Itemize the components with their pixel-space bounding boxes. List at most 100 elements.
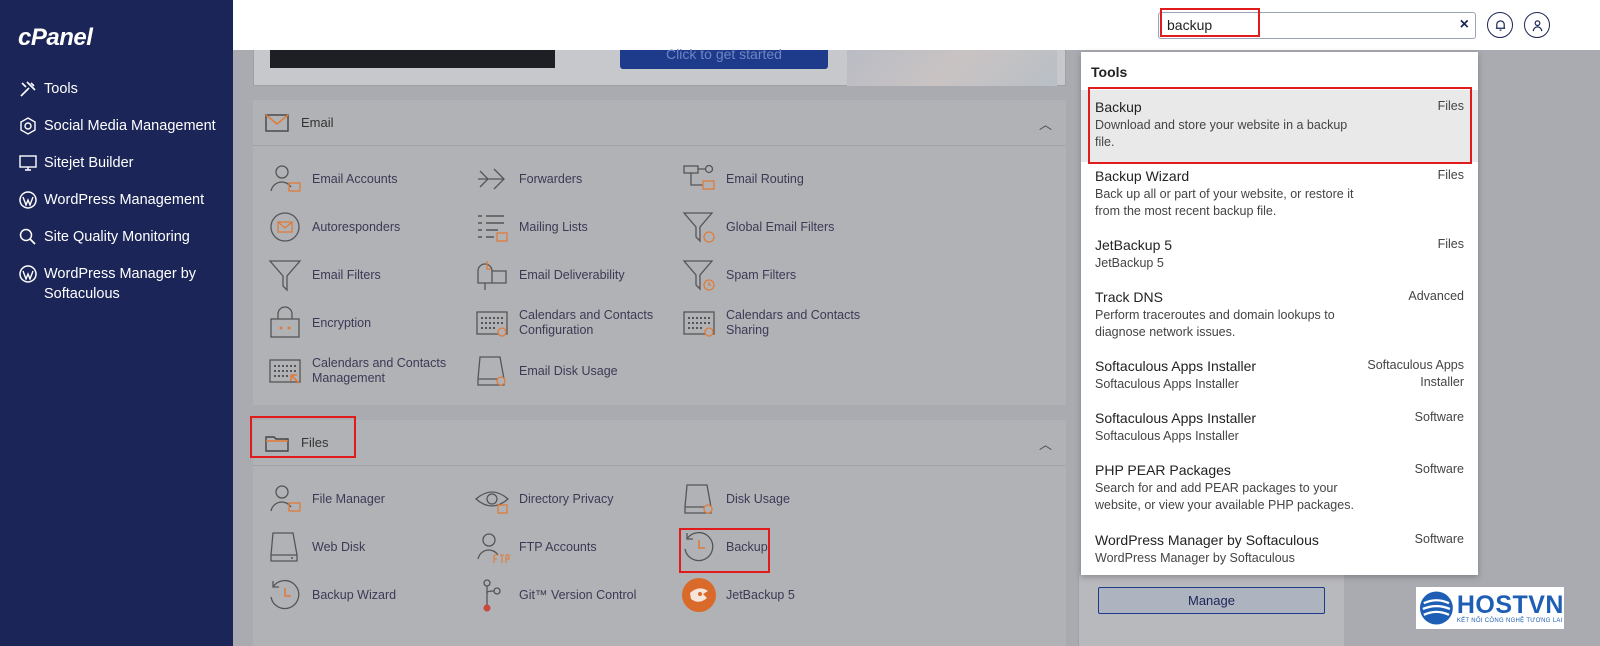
email-accounts-icon <box>267 161 303 197</box>
tool-label: Global Email Filters <box>726 219 835 234</box>
result-category: Software <box>1414 532 1464 546</box>
tool-label: Email Filters <box>312 267 381 282</box>
backup-wizard-icon <box>267 577 303 613</box>
get-started-button[interactable]: Click to get started <box>620 47 828 69</box>
tool-backup-wizard[interactable]: Backup Wizard <box>267 577 467 613</box>
tool-calendars-sharing[interactable]: Calendars and Contacts Sharing <box>681 305 881 341</box>
result-title: Backup Wizard <box>1095 168 1190 184</box>
tool-global-email-filters[interactable]: Global Email Filters <box>681 209 881 245</box>
result-item[interactable]: PHP PEAR Packages Search for and add PEA… <box>1081 461 1478 514</box>
ftp-icon <box>474 529 510 565</box>
result-item[interactable]: WordPress Manager by Softaculous WordPre… <box>1081 531 1478 567</box>
tool-label: Encryption <box>312 315 372 330</box>
tool-autoresponders[interactable]: Autoresponders <box>267 209 467 245</box>
tool-calendars-management[interactable]: Calendars and Contacts Management <box>267 353 467 389</box>
tool-label: Email Deliverability <box>519 267 625 282</box>
chevron-up-icon[interactable]: ︿ <box>1039 114 1052 133</box>
chevron-up-icon[interactable]: ︿ <box>1039 434 1052 453</box>
tool-label: Forwarders <box>519 171 583 186</box>
result-title: PHP PEAR Packages <box>1095 462 1231 478</box>
email-panel-title: Email <box>301 115 334 130</box>
tool-spam-filters[interactable]: Spam Filters <box>681 257 881 293</box>
tool-calendars-config[interactable]: Calendars and Contacts Configuration <box>474 305 674 341</box>
cpanel-logo[interactable]: cPanel <box>18 24 93 52</box>
sidebar-item-label: Tools <box>44 81 78 97</box>
web-disk-icon <box>267 529 303 565</box>
email-panel-header[interactable]: Email ︿ <box>253 100 1066 146</box>
tool-label: Calendars and Contacts Management <box>312 356 447 385</box>
result-item[interactable]: Track DNS Perform traceroutes and domain… <box>1081 288 1478 341</box>
tool-label: Web Disk <box>312 539 366 554</box>
result-item[interactable]: Softaculous Apps Installer Softaculous A… <box>1081 357 1478 393</box>
tool-disk-usage[interactable]: Disk Usage <box>681 481 881 517</box>
tool-email-disk-usage[interactable]: Email Disk Usage <box>474 353 674 389</box>
tool-label: Email Accounts <box>312 171 398 186</box>
result-category: Files <box>1437 237 1464 251</box>
tool-directory-privacy[interactable]: Directory Privacy <box>474 481 674 517</box>
tool-label: Disk Usage <box>726 491 790 506</box>
hostvn-name: HOSTVN <box>1456 591 1564 619</box>
tool-email-deliverability[interactable]: Email Deliverability <box>474 257 674 293</box>
notifications-button[interactable] <box>1487 12 1513 38</box>
spam-filter-icon <box>681 257 717 293</box>
social-media-icon <box>18 116 38 136</box>
tool-web-disk[interactable]: Web Disk <box>267 529 467 565</box>
email-routing-icon <box>681 161 717 197</box>
manage-button[interactable]: Manage <box>1098 587 1325 614</box>
result-category: Softaculous Apps Installer <box>1367 358 1464 389</box>
tool-label: Git™ Version Control <box>519 587 637 602</box>
clear-search-icon[interactable]: × <box>1460 16 1469 34</box>
tool-label: File Manager <box>312 491 385 506</box>
result-item[interactable]: JetBackup 5 JetBackup 5 Files <box>1081 236 1478 272</box>
global-filter-icon <box>681 209 717 245</box>
banner-thumbnails <box>847 50 1057 86</box>
sidebar-item-wordpress-management[interactable]: WordPress Management <box>0 187 233 213</box>
promo-banner: Click to get started <box>253 47 1066 86</box>
tool-ftp-accounts[interactable]: FTP Accounts <box>474 529 674 565</box>
files-highlight <box>250 416 356 458</box>
tool-git-version-control[interactable]: Git™ Version Control <box>474 577 674 613</box>
result-item[interactable]: Backup Wizard Back up all or part of you… <box>1081 167 1478 220</box>
result-category: Advanced <box>1408 289 1464 303</box>
result-description: Softaculous Apps Installer <box>1095 377 1239 391</box>
wordpress-icon <box>18 264 38 284</box>
tool-label: Spam Filters <box>726 267 797 282</box>
tool-label: Directory Privacy <box>519 491 614 506</box>
disk-usage-icon <box>681 481 717 517</box>
hostvn-tagline: KẾT NỐI CÔNG NGHỆ TƯƠNG LAI <box>1456 618 1563 624</box>
user-menu-button[interactable] <box>1524 12 1550 38</box>
sidebar-item-site-quality[interactable]: Site Quality Monitoring <box>0 224 233 250</box>
tool-email-routing[interactable]: Email Routing <box>681 161 881 197</box>
tool-email-accounts[interactable]: Email Accounts <box>267 161 467 197</box>
sidebar-item-label: WordPress Manager by Softaculous <box>44 266 197 302</box>
result-title: Softaculous Apps Installer <box>1095 410 1257 426</box>
autoresponders-icon <box>267 209 303 245</box>
mailing-lists-icon <box>474 209 510 245</box>
result-description: JetBackup 5 <box>1095 256 1164 270</box>
tool-email-filters[interactable]: Email Filters <box>267 257 467 293</box>
tool-label: Backup Wizard <box>312 587 397 602</box>
sitejet-icon <box>18 153 38 173</box>
sidebar-item-tools[interactable]: Tools <box>0 76 233 102</box>
tool-mailing-lists[interactable]: Mailing Lists <box>474 209 674 245</box>
result-item[interactable]: Softaculous Apps Installer Softaculous A… <box>1081 409 1478 445</box>
result-title: WordPress Manager by Softaculous <box>1095 532 1319 548</box>
tool-label: Calendars and Contacts Configuration <box>519 308 654 337</box>
disk-usage-icon <box>474 353 510 389</box>
jetbackup-icon <box>681 577 717 613</box>
tool-file-manager[interactable]: File Manager <box>267 481 467 517</box>
tool-encryption[interactable]: Encryption <box>267 305 467 341</box>
git-icon <box>474 577 510 613</box>
calendar-manage-icon <box>267 353 303 389</box>
tool-forwarders[interactable]: Forwarders <box>474 161 674 197</box>
tool-label: FTP Accounts <box>519 539 597 554</box>
sidebar-item-social-media[interactable]: Social Media Management <box>0 113 233 139</box>
files-panel-header[interactable]: Files ︿ <box>253 420 1066 466</box>
envelope-icon <box>265 113 289 132</box>
sidebar-item-wordpress-manager[interactable]: WordPress Manager by Softaculous <box>0 261 233 307</box>
hostvn-watermark: HOSTVN KẾT NỐI CÔNG NGHỆ TƯƠNG LAI <box>1416 587 1564 629</box>
results-heading: Tools <box>1091 64 1128 80</box>
sidebar-item-sitejet[interactable]: Sitejet Builder <box>0 150 233 176</box>
filter-icon <box>267 257 303 293</box>
tool-jetbackup[interactable]: JetBackup 5 <box>681 577 881 613</box>
